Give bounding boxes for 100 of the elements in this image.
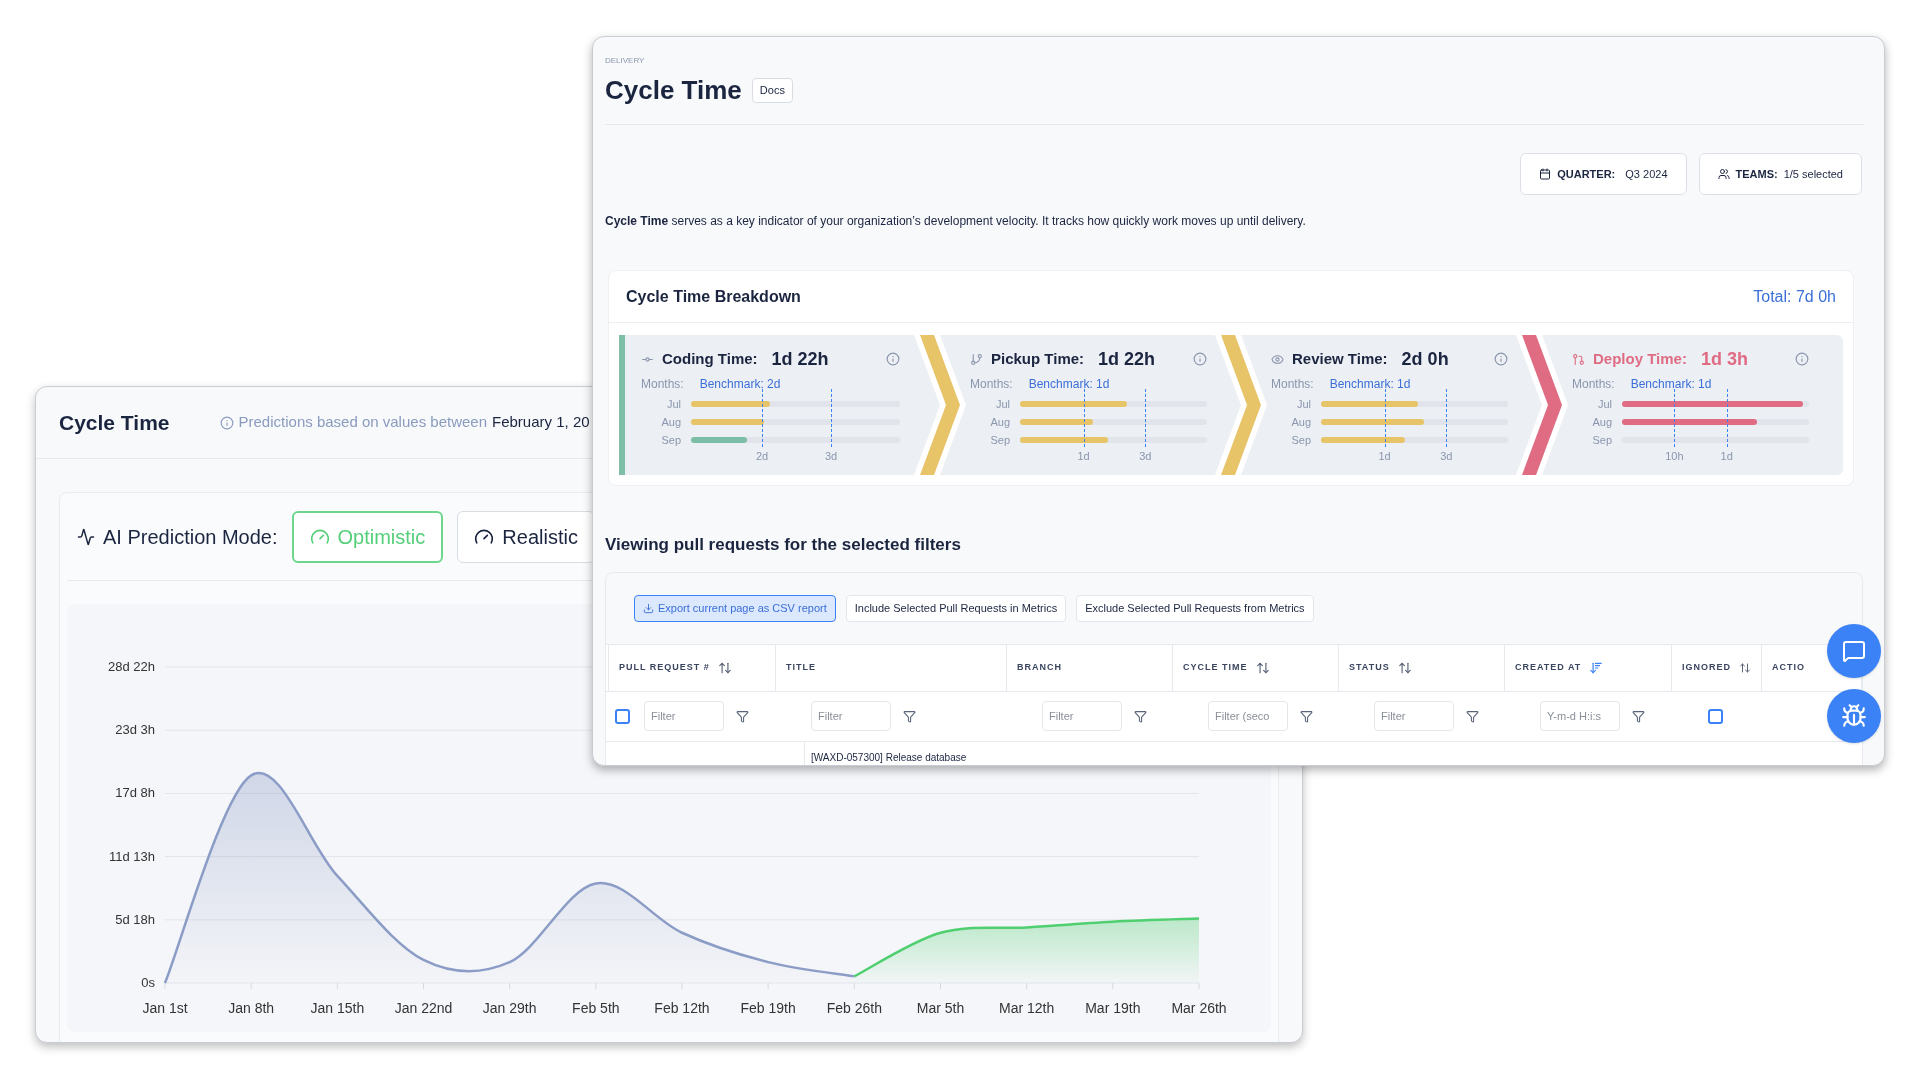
pulse-icon bbox=[77, 527, 95, 546]
action-button[interactable]: Include Selected Pull Requests in Metrics bbox=[845, 594, 1067, 622]
stage-value: 1d 22h bbox=[771, 347, 829, 371]
axis-tick bbox=[940, 982, 941, 990]
filter-button[interactable]: QUARTER: Q3 2024 bbox=[1520, 153, 1687, 195]
x-axis-label: Mar 19th bbox=[1085, 1000, 1141, 1016]
filter-field[interactable]: Filter bbox=[644, 701, 724, 731]
column-header[interactable]: CREATED AT bbox=[1515, 660, 1582, 675]
column-header[interactable]: PULL REQUEST # bbox=[619, 660, 710, 675]
x-axis-label: Jan 8th bbox=[228, 1000, 275, 1016]
checkbox[interactable] bbox=[1708, 708, 1723, 724]
y-axis-label: 23d 3h bbox=[115, 722, 155, 738]
description: Cycle Time serves as a key indicator of your organization’s development velocity. It tracks how quickly work moves up until delivery. bbox=[605, 213, 1307, 230]
filter-icon[interactable] bbox=[1466, 709, 1479, 723]
stage-value: 2d 0h bbox=[1401, 347, 1449, 371]
filter-button[interactable]: TEAMS: 1/5 selected bbox=[1698, 153, 1862, 195]
month-label: Sep bbox=[1291, 433, 1311, 448]
stage-icon bbox=[1271, 352, 1284, 366]
prediction-note: Predictions based on values between bbox=[238, 412, 487, 433]
stage-label: Pickup Time: bbox=[991, 348, 1085, 369]
column-header[interactable]: ACTIO bbox=[1772, 660, 1805, 675]
y-axis-label: 5d 18h bbox=[115, 911, 155, 927]
benchmark-label: Benchmark: 1d bbox=[1630, 376, 1712, 393]
month-label: Jul bbox=[1597, 397, 1612, 412]
download-icon bbox=[643, 602, 654, 614]
sort-descending-icon[interactable] bbox=[1589, 660, 1604, 675]
column-header[interactable]: TITLE bbox=[786, 660, 816, 675]
stage-label: Review Time: bbox=[1292, 348, 1388, 369]
axis-label: 2d bbox=[755, 450, 769, 463]
total-value: Total: 7d 0h bbox=[1753, 286, 1836, 307]
month-label: Jul bbox=[995, 397, 1010, 412]
x-axis-label: Feb 26th bbox=[826, 1000, 882, 1016]
filter-field[interactable]: Filter (seco bbox=[1208, 701, 1288, 731]
axis-label: 3d bbox=[824, 450, 838, 463]
y-axis-label: 17d 8h bbox=[115, 785, 155, 801]
column-header[interactable]: STATUS bbox=[1349, 660, 1390, 675]
stage-label: Deploy Time: bbox=[1593, 348, 1687, 369]
window-title: Cycle Time bbox=[59, 409, 170, 436]
filter-field[interactable]: Filter bbox=[811, 701, 891, 731]
axis-tick bbox=[423, 982, 424, 990]
section-heading: Viewing pull requests for the selected filters bbox=[605, 535, 961, 554]
table-cell: [WAXD-057300] Release database bbox=[811, 751, 967, 763]
stage-label: Coding Time: bbox=[662, 348, 758, 369]
x-axis-label: Jan 15th bbox=[310, 1000, 365, 1016]
calendar-icon bbox=[1539, 168, 1552, 180]
breadcrumb: DELIVERY bbox=[605, 55, 646, 67]
mode-button[interactable]: Realistic bbox=[457, 510, 595, 563]
axis-label: 3d bbox=[1440, 450, 1453, 463]
sort-icon[interactable] bbox=[1739, 660, 1751, 675]
filter-icon[interactable] bbox=[903, 709, 916, 723]
month-label: Sep bbox=[990, 433, 1010, 448]
stage-value: 1d 22h bbox=[1098, 347, 1156, 371]
axis-label: 10h bbox=[1665, 450, 1684, 463]
info-icon bbox=[219, 415, 234, 430]
sort-icon[interactable] bbox=[1397, 660, 1412, 675]
checkbox[interactable] bbox=[614, 708, 630, 724]
filter-icon[interactable] bbox=[1300, 709, 1313, 723]
y-axis-label: 28d 22h bbox=[108, 659, 155, 674]
section-title: Cycle Time Breakdown bbox=[626, 286, 801, 307]
filter-field[interactable]: Y-m-d H:i:s bbox=[1540, 701, 1620, 731]
benchmark-label: Benchmark: 1d bbox=[1028, 376, 1110, 393]
info-icon bbox=[1795, 352, 1809, 366]
filter-icon[interactable] bbox=[1632, 709, 1645, 723]
sort-icon[interactable] bbox=[717, 660, 732, 675]
chat-icon bbox=[1842, 639, 1866, 663]
column-header[interactable]: CYCLE TIME bbox=[1183, 660, 1248, 675]
column-header[interactable]: BRANCH bbox=[1017, 660, 1062, 675]
axis-label: 1d bbox=[1720, 450, 1733, 463]
month-label: Jul bbox=[1296, 397, 1311, 412]
axis-label: 1d bbox=[1378, 450, 1391, 463]
stage-value: 1d 3h bbox=[1700, 347, 1748, 371]
y-axis-label: 11d 13h bbox=[108, 848, 155, 864]
months-label: Months: bbox=[1572, 376, 1615, 393]
x-axis-label: Mar 26th bbox=[1171, 1000, 1227, 1016]
months-label: Months: bbox=[1271, 376, 1314, 393]
x-axis-label: Feb 5th bbox=[572, 1000, 620, 1016]
action-button[interactable]: Exclude Selected Pull Requests from Metrics bbox=[1076, 594, 1314, 622]
stage-icon bbox=[1572, 352, 1585, 366]
page-title: Cycle Time bbox=[605, 74, 742, 107]
action-button[interactable]: Export current page as CSV report bbox=[634, 594, 836, 622]
axis-label: 1d bbox=[1077, 450, 1090, 463]
stage-icon bbox=[970, 352, 983, 366]
month-label: Sep bbox=[661, 433, 681, 448]
x-axis-label: Jan 22nd bbox=[394, 1000, 453, 1016]
filter-icon[interactable] bbox=[1134, 709, 1147, 723]
axis-label: 3d bbox=[1139, 450, 1152, 463]
x-axis-label: Jan 29th bbox=[482, 1000, 537, 1016]
months-label: Months: bbox=[641, 376, 684, 393]
months-label: Months: bbox=[970, 376, 1013, 393]
sort-icon[interactable] bbox=[1255, 660, 1270, 675]
month-label: Aug bbox=[1592, 415, 1612, 430]
docs-badge[interactable]: Docs bbox=[751, 78, 793, 103]
benchmark-label: Benchmark: 2d bbox=[699, 376, 781, 393]
filter-field[interactable]: Filter bbox=[1042, 701, 1122, 731]
month-label: Aug bbox=[661, 415, 681, 430]
filter-field[interactable]: Filter bbox=[1374, 701, 1454, 731]
month-label: Aug bbox=[1291, 415, 1311, 430]
x-axis-label: Feb 12th bbox=[654, 1000, 710, 1016]
column-header[interactable]: IGNORED bbox=[1682, 660, 1731, 675]
filter-icon[interactable] bbox=[736, 709, 749, 723]
